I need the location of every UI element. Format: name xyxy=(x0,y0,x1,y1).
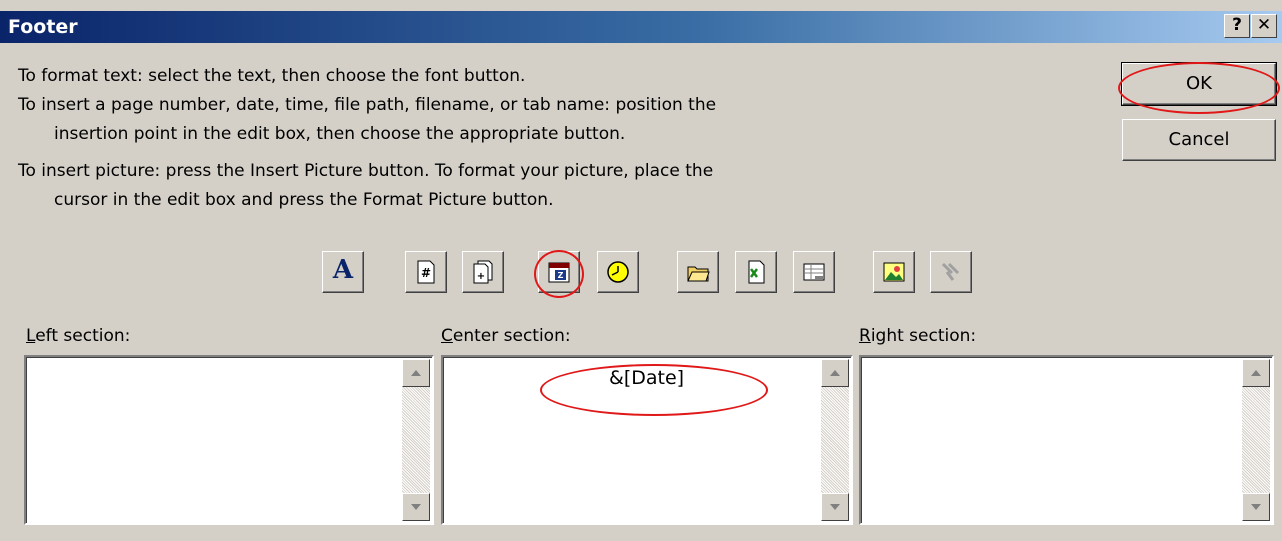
scroll-up-arrow[interactable] xyxy=(821,359,849,387)
filename-icon xyxy=(748,260,765,284)
sheet-name-button[interactable] xyxy=(793,251,835,293)
triangle-up-icon xyxy=(1251,370,1261,376)
instruction-line: To format text: select the text, then ch… xyxy=(18,66,526,86)
right-section-input[interactable] xyxy=(859,355,1274,525)
scroll-up-arrow[interactable] xyxy=(402,359,430,387)
insert-picture-icon xyxy=(883,262,905,282)
cancel-button[interactable]: Cancel xyxy=(1122,119,1276,161)
format-picture-icon xyxy=(941,262,960,281)
svg-text:#: # xyxy=(421,266,431,280)
triangle-up-icon xyxy=(830,370,840,376)
triangle-down-icon xyxy=(830,504,840,510)
dialog-title: Footer xyxy=(8,16,78,38)
instruction-line: cursor in the edit box and press the For… xyxy=(54,190,554,210)
scroll-down-arrow[interactable] xyxy=(1242,493,1270,521)
left-section-scrollbar[interactable] xyxy=(402,359,430,521)
total-pages-button[interactable]: + xyxy=(462,251,504,293)
font-button[interactable]: A xyxy=(322,251,364,293)
left-section-label: Left section: xyxy=(26,326,131,346)
ok-annotation-ellipse xyxy=(1118,62,1280,114)
time-button[interactable] xyxy=(597,251,639,293)
triangle-down-icon xyxy=(1251,504,1261,510)
center-section-label: Center section: xyxy=(441,326,571,346)
instruction-line: insertion point in the edit box, then ch… xyxy=(54,124,626,144)
filename-button[interactable] xyxy=(735,251,777,293)
triangle-down-icon xyxy=(411,504,421,510)
scroll-up-arrow[interactable] xyxy=(1242,359,1270,387)
file-path-button[interactable] xyxy=(677,251,719,293)
left-section-input[interactable] xyxy=(24,355,434,525)
instruction-line: To insert picture: press the Insert Pict… xyxy=(18,161,714,181)
instruction-line: To insert a page number, date, time, fil… xyxy=(18,95,717,115)
scroll-down-arrow[interactable] xyxy=(402,493,430,521)
date-button-annotation-circle xyxy=(534,250,584,298)
footer-dialog: Footer ? ✕ To format text: select the te… xyxy=(0,0,1282,541)
right-section-scrollbar[interactable] xyxy=(1242,359,1270,521)
page-number-button[interactable]: # xyxy=(405,251,447,293)
scroll-down-arrow[interactable] xyxy=(821,493,849,521)
date-code-annotation-ellipse xyxy=(540,364,768,416)
svg-text:+: + xyxy=(477,271,485,282)
close-button[interactable]: ✕ xyxy=(1251,14,1277,38)
triangle-up-icon xyxy=(411,370,421,376)
sheet-name-icon xyxy=(803,263,825,281)
time-icon xyxy=(607,261,629,283)
title-bar: Footer ? ✕ xyxy=(0,11,1282,43)
font-icon: A xyxy=(332,255,354,285)
right-section-label: Right section: xyxy=(859,326,977,346)
page-number-icon: # xyxy=(417,260,435,284)
help-button[interactable]: ? xyxy=(1224,14,1250,38)
file-path-icon xyxy=(687,266,710,282)
center-section-scrollbar[interactable] xyxy=(821,359,849,521)
format-picture-button[interactable] xyxy=(930,251,972,293)
insert-picture-button[interactable] xyxy=(873,251,915,293)
total-pages-icon: + xyxy=(473,260,493,284)
